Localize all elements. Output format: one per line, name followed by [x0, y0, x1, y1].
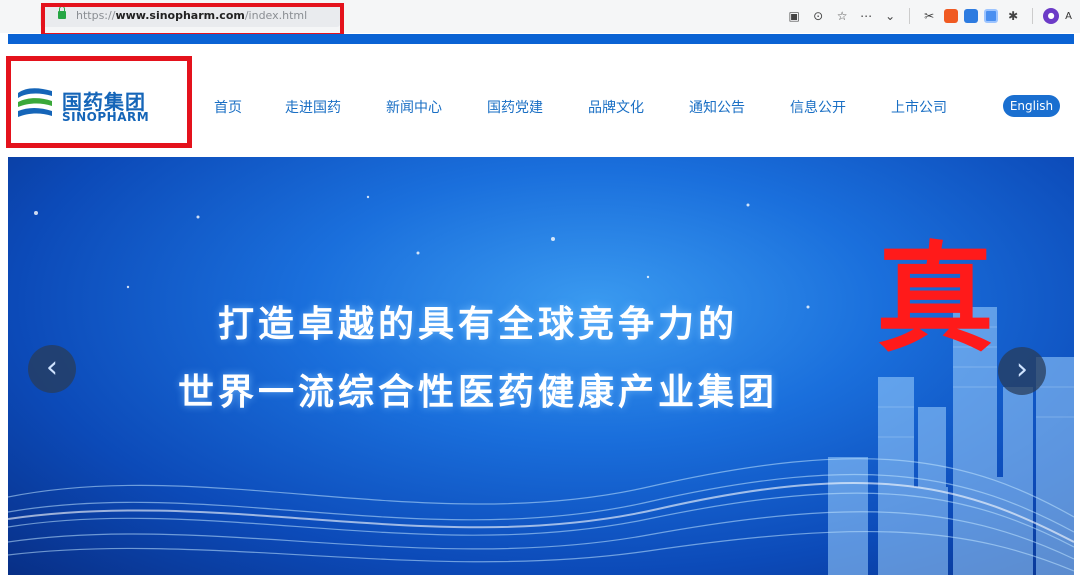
nav-item-party[interactable]: 国药党建	[487, 97, 588, 117]
more-icon[interactable]: ⋯	[857, 8, 875, 24]
image-icon[interactable]: ▣	[785, 8, 803, 24]
english-button[interactable]: English	[1003, 95, 1060, 117]
slogan-line-2: 世界一流综合性医药健康产业集团	[177, 371, 778, 413]
extension-orange-icon[interactable]	[944, 9, 959, 23]
toolbar-icons: ▣ ⊙ ☆ ⋯ ⌄ ✂ ✱ ● A	[785, 8, 1072, 24]
nav-item-listed[interactable]: 上市公司	[891, 97, 992, 117]
carousel-prev-button[interactable]: ‹	[28, 345, 76, 393]
nav-item-news[interactable]: 新闻中心	[386, 97, 487, 117]
carousel-next-button[interactable]: ›	[998, 347, 1046, 395]
toolbar-divider	[1032, 8, 1034, 24]
scissors-icon[interactable]: ✂	[920, 8, 938, 24]
chevron-down-icon[interactable]: ⌄	[881, 8, 899, 24]
nav-item-home[interactable]: 首页	[200, 97, 285, 117]
red-annotation-character: 真	[876, 229, 995, 368]
main-nav: 首页 走进国药 新闻中心 国药党建 品牌文化 通知公告 信息公开 上市公司	[200, 97, 992, 117]
logo-highlight-box	[6, 56, 192, 148]
nav-item-brand[interactable]: 品牌文化	[588, 97, 689, 117]
url-highlight-box	[41, 3, 344, 37]
extension-blue-icon[interactable]	[964, 9, 979, 23]
nav-item-notices[interactable]: 通知公告	[689, 97, 790, 117]
location-pin-icon[interactable]: ⊙	[809, 8, 827, 24]
extension-square-icon[interactable]	[984, 9, 999, 23]
site-top-strip	[8, 34, 1074, 44]
slogan-line-1: 打造卓越的具有全球竞争力的	[217, 303, 738, 345]
browser-window: https://www.sinopharm.com/index.html ▣ ⊙…	[0, 0, 1080, 577]
profile-avatar-icon[interactable]: ●	[1043, 8, 1060, 24]
nav-item-disclosure[interactable]: 信息公开	[790, 97, 891, 117]
toolbar-divider	[909, 8, 911, 24]
profile-letter[interactable]: A	[1065, 11, 1072, 22]
nav-item-about[interactable]: 走进国药	[285, 97, 386, 117]
puzzle-icon[interactable]: ✱	[1004, 8, 1022, 24]
star-icon[interactable]: ☆	[833, 8, 851, 24]
